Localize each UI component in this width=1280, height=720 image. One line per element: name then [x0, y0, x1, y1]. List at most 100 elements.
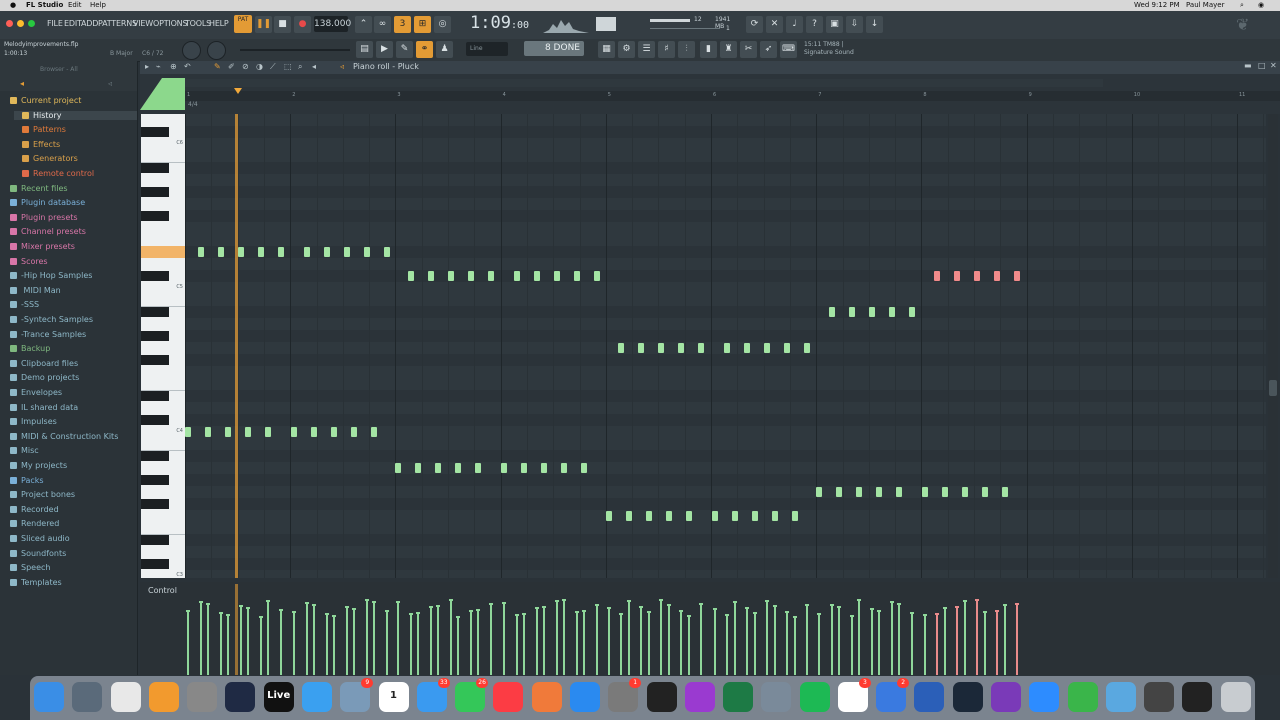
- velocity-bar[interactable]: [344, 606, 349, 675]
- channel-arrow-icon[interactable]: ◃: [340, 62, 344, 71]
- velocity-bar[interactable]: [975, 599, 979, 675]
- velocity-bar[interactable]: [488, 603, 493, 675]
- note[interactable]: [310, 427, 317, 437]
- note[interactable]: [848, 307, 855, 317]
- blend-recording-icon[interactable]: ⊞: [414, 16, 431, 33]
- note-grid[interactable]: [185, 114, 1266, 578]
- note[interactable]: [954, 271, 960, 281]
- spotify-icon[interactable]: [799, 682, 830, 712]
- preview-icon[interactable]: 9: [340, 678, 374, 712]
- browser-item[interactable]: Effects: [22, 140, 60, 149]
- note[interactable]: [513, 271, 520, 281]
- safari-icon[interactable]: [301, 682, 332, 712]
- affinity-icon[interactable]: [684, 682, 715, 712]
- master-pitch-knob[interactable]: [207, 41, 226, 60]
- velocity-bar[interactable]: [626, 600, 631, 675]
- screenshot-icon[interactable]: [1144, 682, 1175, 712]
- note[interactable]: [290, 427, 297, 437]
- note[interactable]: [408, 271, 415, 281]
- browser-icon[interactable]: ▮: [700, 41, 717, 58]
- app-menu-name[interactable]: FL Studio: [26, 1, 63, 9]
- velocity-bar[interactable]: [225, 614, 230, 675]
- browser-item[interactable]: -Syntech Samples: [10, 315, 93, 324]
- stamp-tool-icon[interactable]: ⊕: [170, 62, 177, 71]
- note[interactable]: [816, 487, 823, 497]
- velocity-bar[interactable]: [909, 612, 914, 675]
- note[interactable]: [711, 511, 718, 521]
- camtasia-icon[interactable]: [1067, 682, 1098, 712]
- velocity-bar[interactable]: [265, 600, 270, 675]
- siri-icon[interactable]: ◉: [1258, 1, 1264, 9]
- velocity-bar[interactable]: [877, 610, 882, 675]
- velocity-bar[interactable]: [849, 615, 854, 675]
- select-tool-icon[interactable]: ⬚: [284, 62, 292, 71]
- note[interactable]: [868, 307, 875, 317]
- microphone-icon[interactable]: ♩: [786, 16, 803, 33]
- finder-icon[interactable]: [34, 682, 64, 712]
- browser-item[interactable]: Demo projects: [10, 373, 79, 382]
- cut-icon[interactable]: ✂: [740, 41, 757, 58]
- note[interactable]: [264, 427, 271, 437]
- velocity-bar[interactable]: [1003, 604, 1008, 675]
- image-viewer-icon[interactable]: [761, 682, 792, 712]
- black-key[interactable]: [141, 307, 169, 317]
- messages-icon[interactable]: 26: [455, 678, 489, 712]
- master-volume-knob[interactable]: [182, 41, 201, 60]
- note[interactable]: [185, 427, 191, 437]
- velocity-bar[interactable]: [456, 616, 461, 675]
- zoom-window-button[interactable]: [28, 20, 35, 27]
- note[interactable]: [605, 511, 612, 521]
- note[interactable]: [383, 247, 390, 257]
- browser-item[interactable]: Misc: [10, 446, 39, 455]
- scroll-thumb[interactable]: [1269, 380, 1277, 396]
- velocity-bar[interactable]: [857, 599, 862, 675]
- menu-tools[interactable]: TOOLS: [185, 19, 211, 28]
- browser-item[interactable]: Plugin presets: [10, 213, 78, 222]
- note[interactable]: [908, 307, 915, 317]
- note[interactable]: [217, 247, 224, 257]
- velocity-bar[interactable]: [712, 608, 717, 675]
- search-icon[interactable]: ⌕: [1240, 1, 1244, 10]
- zoom-icon[interactable]: [1029, 682, 1060, 712]
- black-key[interactable]: [141, 355, 169, 365]
- velocity-bar[interactable]: [436, 605, 441, 675]
- word-icon[interactable]: [914, 682, 945, 712]
- velocity-bar[interactable]: [542, 606, 547, 675]
- velocity-bar[interactable]: [396, 601, 401, 675]
- browser-item[interactable]: -SSS: [10, 300, 39, 309]
- menu-view[interactable]: VIEW: [133, 19, 153, 28]
- velocity-bar[interactable]: [554, 600, 559, 675]
- velocity-bar[interactable]: [324, 613, 329, 675]
- undo-icon[interactable]: ↶: [184, 62, 191, 71]
- velocity-bar[interactable]: [666, 604, 671, 675]
- mac-menu-edit[interactable]: Edit: [68, 1, 82, 9]
- browser-item[interactable]: Packs: [10, 476, 44, 485]
- velocity-bar[interactable]: [805, 604, 810, 675]
- note[interactable]: [698, 343, 705, 353]
- browser-item[interactable]: Backup: [10, 344, 50, 353]
- download-icon[interactable]: ↓: [866, 16, 883, 33]
- app-store-icon[interactable]: [569, 682, 600, 712]
- note[interactable]: [330, 427, 337, 437]
- keyboard-icon[interactable]: ▤: [356, 41, 373, 58]
- black-key[interactable]: [141, 415, 169, 425]
- note[interactable]: [658, 343, 665, 353]
- piano-roll-icon[interactable]: ♯: [658, 41, 675, 58]
- active-key[interactable]: [141, 246, 185, 258]
- velocity-bar[interactable]: [534, 607, 539, 675]
- countdown-icon[interactable]: 3: [394, 16, 411, 33]
- note[interactable]: [836, 487, 843, 497]
- folder-icon[interactable]: [1105, 682, 1136, 712]
- velocity-bar[interactable]: [772, 605, 777, 675]
- note[interactable]: [638, 343, 645, 353]
- note[interactable]: [784, 343, 791, 353]
- velocity-bar[interactable]: [574, 611, 579, 675]
- velocity-bar[interactable]: [502, 602, 507, 675]
- menu-add[interactable]: ADD: [81, 19, 98, 28]
- browser-item[interactable]: Patterns: [22, 125, 66, 134]
- note[interactable]: [415, 463, 422, 473]
- snap-select[interactable]: Line: [466, 42, 508, 56]
- note[interactable]: [197, 247, 204, 257]
- velocity-bar[interactable]: [889, 601, 894, 675]
- note[interactable]: [350, 427, 357, 437]
